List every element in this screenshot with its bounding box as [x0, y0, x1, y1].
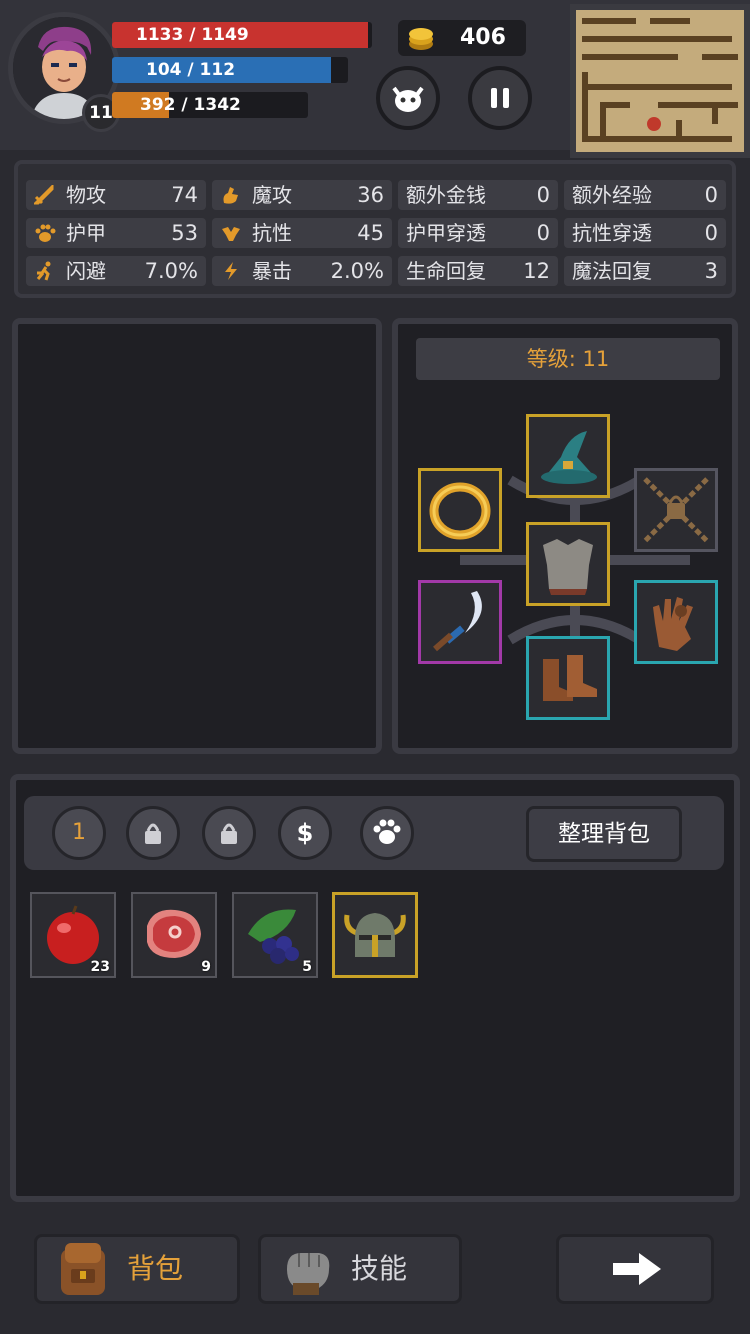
bag-tab-label: 背包 [127, 1252, 184, 1285]
pet-face-icon [392, 86, 424, 112]
equip-slot-armor[interactable] [526, 522, 610, 606]
muscle-icon [222, 227, 240, 241]
equip-slot-boots[interactable] [526, 636, 610, 720]
horned-helmet-icon [344, 913, 406, 957]
chest-armor-icon [543, 539, 593, 595]
stat-phys-atk: 物攻 74 [26, 180, 206, 210]
sword-icon [34, 185, 54, 205]
item-count: 5 [302, 959, 312, 975]
xp-text: 392 / 1342 [140, 95, 241, 115]
dungeon-minimap[interactable] [570, 4, 750, 158]
stat-mp-regen: 魔法回复 3 [564, 256, 726, 286]
xp-bar: 392 / 1342 [112, 92, 308, 118]
mp-bar: 104 / 112 [112, 57, 348, 83]
lightning-icon [225, 262, 237, 280]
coin-stack-icon [409, 28, 433, 50]
stat-crit: 暴击 2.0% [212, 256, 392, 286]
bag-item-meat[interactable]: 9 [131, 892, 217, 978]
item-count: 9 [201, 959, 211, 975]
mp-text: 104 / 112 [146, 60, 236, 80]
minimap-maze-icon [576, 10, 744, 152]
equip-slot-locked[interactable] [634, 468, 718, 552]
bag-item-berries[interactable]: 5 [232, 892, 318, 978]
leather-glove-icon [653, 597, 693, 651]
equip-slot-weapon[interactable] [418, 580, 502, 664]
stat-hp-regen: 生命回复 12 [398, 256, 558, 286]
wizard-hat-icon [541, 431, 597, 484]
leather-boots-icon [543, 655, 597, 701]
bag-tab-button[interactable]: 背包 [34, 1234, 240, 1304]
running-man-icon [36, 261, 51, 281]
stat-extra-gold: 额外金钱 0 [398, 180, 558, 210]
magic-hand-icon [223, 187, 238, 204]
dollar-icon: $ [297, 819, 314, 847]
paw-icon [35, 224, 56, 242]
item-count: 23 [90, 959, 110, 975]
lock-icon [221, 823, 237, 844]
backpack-icon [61, 1243, 105, 1295]
bag-item-horned-helmet[interactable] [332, 892, 418, 978]
pet-items-button[interactable] [360, 806, 414, 860]
bag-page-locked-2[interactable] [202, 806, 256, 860]
hp-bar: 1133 / 1149 [112, 22, 372, 48]
bag-page-button[interactable]: 1 [52, 806, 106, 860]
next-button[interactable] [556, 1234, 714, 1304]
arrow-right-icon [613, 1253, 661, 1285]
paw-icon [373, 819, 401, 844]
equipment-level-label: 等级: 11 [416, 338, 720, 380]
fist-icon [287, 1253, 330, 1295]
stat-armor: 护甲 53 [26, 218, 206, 248]
pet-button[interactable] [376, 66, 440, 130]
lock-icon [145, 823, 161, 844]
equip-slot-ring[interactable] [418, 468, 502, 552]
stat-armor-pen: 护甲穿透 0 [398, 218, 558, 248]
sell-button[interactable]: $ [278, 806, 332, 860]
coin-amount: 406 [460, 25, 506, 50]
character-preview-panel [12, 318, 382, 754]
hp-text: 1133 / 1149 [136, 25, 249, 45]
stat-extra-xp: 额外经验 0 [564, 180, 726, 210]
stat-mag-atk: 魔攻 36 [212, 180, 392, 210]
pause-icon [491, 88, 509, 108]
chain-lock-icon [643, 477, 709, 543]
bag-item-apple[interactable]: 23 [30, 892, 116, 978]
skills-tab-label: 技能 [351, 1252, 408, 1285]
stat-resist-pen: 抗性穿透 0 [564, 218, 726, 248]
curved-dagger-icon [433, 591, 482, 652]
gold-ring-icon [429, 482, 491, 540]
skills-tab-button[interactable]: 技能 [258, 1234, 462, 1304]
equip-slot-gloves[interactable] [634, 580, 718, 664]
svg-text:$: $ [297, 819, 314, 847]
stat-dodge: 闪避 7.0% [26, 256, 206, 286]
stat-resist: 抗性 45 [212, 218, 392, 248]
equip-slot-head[interactable] [526, 414, 610, 498]
pause-button[interactable] [468, 66, 532, 130]
bag-page-locked-1[interactable] [126, 806, 180, 860]
sort-bag-button[interactable]: 整理背包 [526, 806, 682, 862]
